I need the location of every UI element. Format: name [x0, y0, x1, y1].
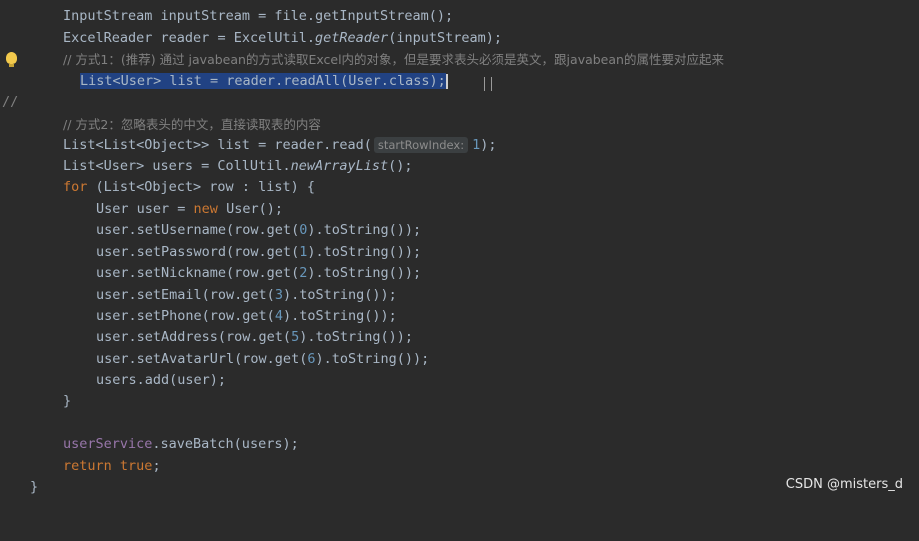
code-line-setter[interactable]: user.setAvatarUrl(row.get(6).toString())…: [0, 349, 919, 370]
code-line-4[interactable]: // List<User> list = reader.readAll(User…: [0, 71, 919, 110]
code-token: ;: [152, 458, 161, 474]
code-line-1[interactable]: InputStream inputStream = file.getInputS…: [0, 6, 919, 27]
operator-token: =: [217, 30, 226, 46]
number-token: 1: [472, 137, 481, 153]
closing-brace: }: [30, 479, 39, 495]
keyword-token: return: [63, 458, 112, 474]
code-line-9[interactable]: for (List<Object> row : list) {: [0, 177, 919, 198]
code-line-setter[interactable]: user.setPhone(row.get(4).toString());: [0, 306, 919, 327]
args-token: (inputStream);: [388, 30, 502, 46]
code-line-2[interactable]: ExcelReader reader = ExcelUtil.getReader…: [0, 28, 919, 49]
type-token: InputStream: [63, 8, 153, 24]
code-line-3[interactable]: // 方式1：(推荐) 通过 javabean的方式读取Excel内的对象，但是…: [0, 49, 919, 70]
code-token: ).toString());: [299, 329, 414, 345]
variable-token: inputStream: [160, 8, 250, 24]
code-token: User user =: [96, 201, 194, 217]
number-token: 4: [274, 308, 283, 324]
code-token: List<User> users = CollUtil.: [63, 158, 291, 174]
code-token: ).toString());: [315, 351, 430, 367]
code-token: User();: [217, 201, 283, 217]
code-token: ).toString());: [282, 308, 397, 324]
code-token: );: [480, 137, 497, 153]
text-caret: [445, 73, 448, 89]
operator-token: =: [258, 8, 267, 24]
code-line-setter[interactable]: user.setNickname(row.get(2).toString());: [0, 263, 919, 284]
code-token: user.setEmail(row.get(: [96, 287, 275, 303]
code-token: (List<Object> row : list) {: [87, 179, 315, 195]
code-token: ).toString());: [307, 265, 422, 281]
code-line-7[interactable]: List<List<Object>> list = reader.read(st…: [0, 135, 919, 156]
code-token: user.setPassword(row.get(: [96, 244, 300, 260]
code-line-setter[interactable]: user.setEmail(row.get(3).toString());: [0, 285, 919, 306]
code-token: user.setPhone(row.get(: [96, 308, 275, 324]
call-token: file.getInputStream();: [274, 8, 454, 24]
code-line-setter[interactable]: user.setUsername(row.get(0).toString());: [0, 220, 919, 241]
code-token: ();: [388, 158, 413, 174]
code-token: ).toString());: [282, 287, 397, 303]
lightbulb-icon[interactable]: [6, 52, 17, 67]
selected-code[interactable]: List<User> list = reader.readAll(User.cl…: [80, 73, 446, 89]
code-token: user.setNickname(row.get(: [96, 265, 300, 281]
code-token: user.setAddress(row.get(: [96, 329, 292, 345]
closing-brace: }: [63, 393, 72, 409]
code-line-setter[interactable]: user.setAddress(row.get(5).toString());: [0, 327, 919, 348]
code-token: List<List<Object>> list = reader.read(: [63, 137, 372, 153]
keyword-token: new: [193, 201, 218, 217]
code-token: users.add(user);: [96, 372, 227, 388]
code-line-22[interactable]: return true;: [0, 456, 919, 477]
static-method-token: getReader: [315, 30, 389, 46]
number-token: 5: [291, 329, 300, 345]
class-prefix-token: ExcelUtil.: [233, 30, 316, 46]
code-line-19[interactable]: }: [0, 391, 919, 412]
code-editor[interactable]: InputStream inputStream = file.getInputS…: [0, 0, 919, 502]
code-line-setter[interactable]: user.setPassword(row.get(1).toString());: [0, 242, 919, 263]
comment-method-2: // 方式2：忽略表头的中文，直接读取表的内容: [63, 117, 321, 132]
field-token: userService: [63, 436, 153, 452]
keyword-token: for: [63, 179, 88, 195]
code-line-10[interactable]: User user = new User();: [0, 199, 919, 220]
code-token: ).toString());: [307, 222, 422, 238]
number-token: 3: [274, 287, 283, 303]
code-line-23[interactable]: }: [0, 477, 919, 498]
code-line-18[interactable]: users.add(user);: [0, 370, 919, 391]
code-line-21[interactable]: userService.saveBatch(users);: [0, 434, 919, 455]
code-line-6[interactable]: // 方式2：忽略表头的中文，直接读取表的内容: [0, 114, 919, 135]
parameter-hint: startRowIndex:: [373, 137, 469, 153]
comment-method-1: // 方式1：(推荐) 通过 javabean的方式读取Excel内的对象，但是…: [63, 52, 724, 67]
csdn-watermark: CSDN @misters_d: [785, 477, 903, 492]
code-line-8[interactable]: List<User> users = CollUtil.newArrayList…: [0, 156, 919, 177]
text-cursor-icon: [484, 77, 492, 91]
keyword-token: true: [119, 458, 153, 474]
code-token: user.setUsername(row.get(: [96, 222, 300, 238]
code-token: user.setAvatarUrl(row.get(: [96, 351, 308, 367]
static-method-token: newArrayList: [290, 158, 389, 174]
variable-token: reader: [160, 30, 210, 46]
code-token: ).toString());: [307, 244, 422, 260]
gutter-comment-marker: //: [2, 94, 19, 111]
type-token: ExcelReader: [63, 30, 153, 46]
code-token: .saveBatch(users);: [152, 436, 299, 452]
